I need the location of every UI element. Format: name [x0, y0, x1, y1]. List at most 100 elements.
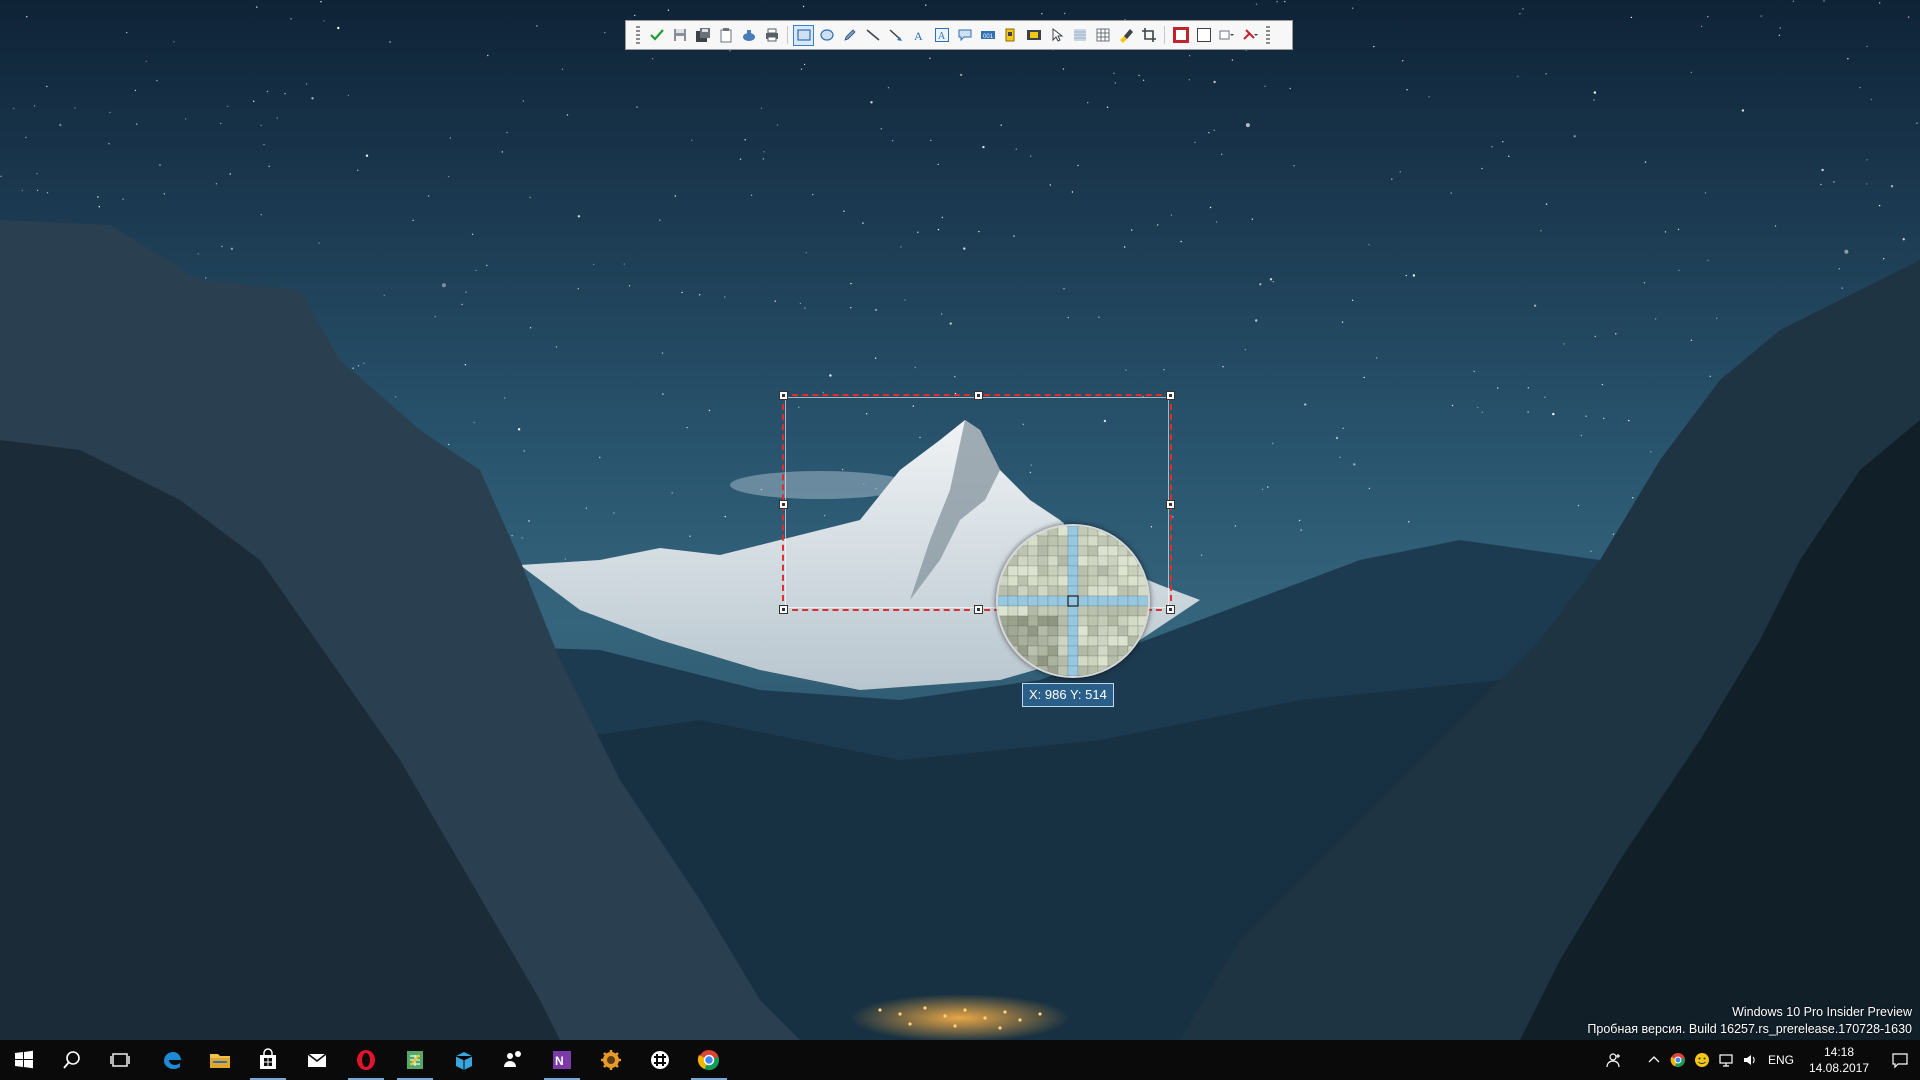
start-button[interactable] — [0, 1040, 48, 1080]
opera-app[interactable] — [342, 1040, 390, 1080]
show-hidden-icons-chevron-icon[interactable] — [1642, 1040, 1666, 1080]
resize-handle-bottom[interactable] — [974, 605, 983, 614]
input-language-indicator[interactable]: ENG — [1768, 1053, 1794, 1067]
magnified-pixel — [1057, 575, 1069, 587]
star — [529, 196, 531, 199]
toolbar-grip-end[interactable] — [1266, 26, 1270, 44]
store-app[interactable] — [244, 1040, 292, 1080]
file-explorer-app[interactable] — [196, 1040, 244, 1080]
upload-button[interactable] — [738, 25, 759, 46]
star — [577, 215, 581, 218]
highlight-tool-button[interactable] — [1000, 25, 1021, 46]
people-tray-icon[interactable] — [1602, 1040, 1626, 1080]
star — [1215, 221, 1218, 223]
fill-color-button[interactable] — [1193, 25, 1214, 46]
apply-button[interactable] — [646, 25, 667, 46]
star — [1231, 59, 1234, 61]
smiley-tray-icon[interactable] — [1690, 1040, 1714, 1080]
star — [623, 263, 625, 265]
star — [434, 316, 436, 318]
star — [1412, 274, 1416, 277]
star — [929, 57, 931, 59]
star — [1612, 533, 1615, 535]
desktop: A A 001 X: 986 Y: 514 Windows 10 Pro Insid… — [0, 0, 1920, 1040]
counter-tool-button[interactable]: 001 — [977, 25, 998, 46]
cursor-tool-button[interactable] — [1046, 25, 1067, 46]
print-button[interactable] — [761, 25, 782, 46]
magnified-pixel — [1067, 665, 1079, 676]
resize-handle-bottom-left[interactable] — [779, 605, 788, 614]
edge-app[interactable] — [148, 1040, 196, 1080]
star — [36, 172, 38, 175]
toolbar-separator — [1164, 26, 1165, 44]
callout-tool-button[interactable] — [954, 25, 975, 46]
resize-handle-top-right[interactable] — [1166, 391, 1175, 400]
star — [215, 183, 218, 185]
star — [636, 106, 638, 108]
chrome-tray-icon[interactable] — [1666, 1040, 1690, 1080]
star — [1188, 55, 1191, 57]
magnified-pixel — [1047, 555, 1059, 567]
magnified-pixel — [1107, 655, 1119, 667]
blur-tool-button[interactable] — [1069, 25, 1090, 46]
ellipse-tool-button[interactable] — [816, 25, 837, 46]
resize-handle-bottom-right[interactable] — [1166, 605, 1175, 614]
pencil-tool-button[interactable] — [839, 25, 860, 46]
task-view-button[interactable] — [96, 1040, 144, 1080]
star — [1628, 419, 1630, 422]
magnified-pixel — [1047, 575, 1059, 587]
star — [941, 216, 944, 219]
line-tool-button[interactable] — [862, 25, 883, 46]
resize-handle-right[interactable] — [1166, 500, 1175, 509]
star — [253, 100, 255, 103]
slack-app[interactable] — [636, 1040, 684, 1080]
magnified-pixel — [1027, 655, 1039, 667]
star — [750, 194, 753, 196]
arrow-tool-button[interactable] — [885, 25, 906, 46]
resize-handle-top[interactable] — [974, 391, 983, 400]
text-box-tool-button[interactable]: A — [931, 25, 952, 46]
search-button[interactable] — [48, 1040, 96, 1080]
magnified-pixel — [1007, 635, 1019, 647]
grid-tool-button[interactable] — [1092, 25, 1113, 46]
settings-dropdown-button[interactable] — [1239, 25, 1260, 46]
magnified-pixel — [1037, 595, 1049, 607]
text-tool-button[interactable]: A — [908, 25, 929, 46]
resize-handle-top-left[interactable] — [779, 391, 788, 400]
clock[interactable]: 14:18 14.08.2017 — [1804, 1044, 1874, 1076]
marker-tool-button[interactable] — [1115, 25, 1136, 46]
people-app[interactable] — [489, 1040, 537, 1080]
gear-app[interactable] — [587, 1040, 635, 1080]
obfuscate-tool-button[interactable] — [1023, 25, 1044, 46]
onenote-app[interactable]: N — [538, 1040, 586, 1080]
rectangle-tool-button[interactable] — [793, 24, 814, 46]
marker-tool-icon — [1119, 29, 1133, 43]
toolbar-grip[interactable] — [636, 26, 640, 44]
watermark-edition: Windows 10 Pro Insider Preview — [1732, 1005, 1912, 1019]
sheets-app[interactable] — [391, 1040, 439, 1080]
crop-tool-icon — [1141, 28, 1156, 42]
star — [1363, 376, 1365, 379]
mail-app[interactable] — [293, 1040, 341, 1080]
network-icon[interactable] — [1714, 1040, 1738, 1080]
magnified-pixel — [1067, 625, 1079, 637]
star — [1883, 258, 1885, 260]
magnified-pixel — [1057, 565, 1069, 577]
save-as-button[interactable] — [692, 25, 713, 46]
star — [930, 139, 932, 142]
crop-tool-button[interactable] — [1138, 25, 1159, 46]
save-button[interactable] — [669, 25, 690, 46]
copy-clipboard-button[interactable] — [715, 25, 736, 46]
star — [1580, 434, 1583, 437]
volume-icon[interactable] — [1738, 1040, 1762, 1080]
chrome-app[interactable] — [685, 1040, 733, 1080]
action-center-button[interactable] — [1880, 1040, 1920, 1080]
magnified-pixel — [1037, 655, 1049, 667]
star — [276, 117, 278, 119]
effects-dropdown-button[interactable] — [1216, 25, 1237, 46]
border-color-button[interactable] — [1170, 25, 1191, 46]
star — [347, 94, 350, 97]
box-app[interactable] — [440, 1040, 488, 1080]
resize-handle-left[interactable] — [779, 500, 788, 509]
star — [634, 14, 636, 17]
